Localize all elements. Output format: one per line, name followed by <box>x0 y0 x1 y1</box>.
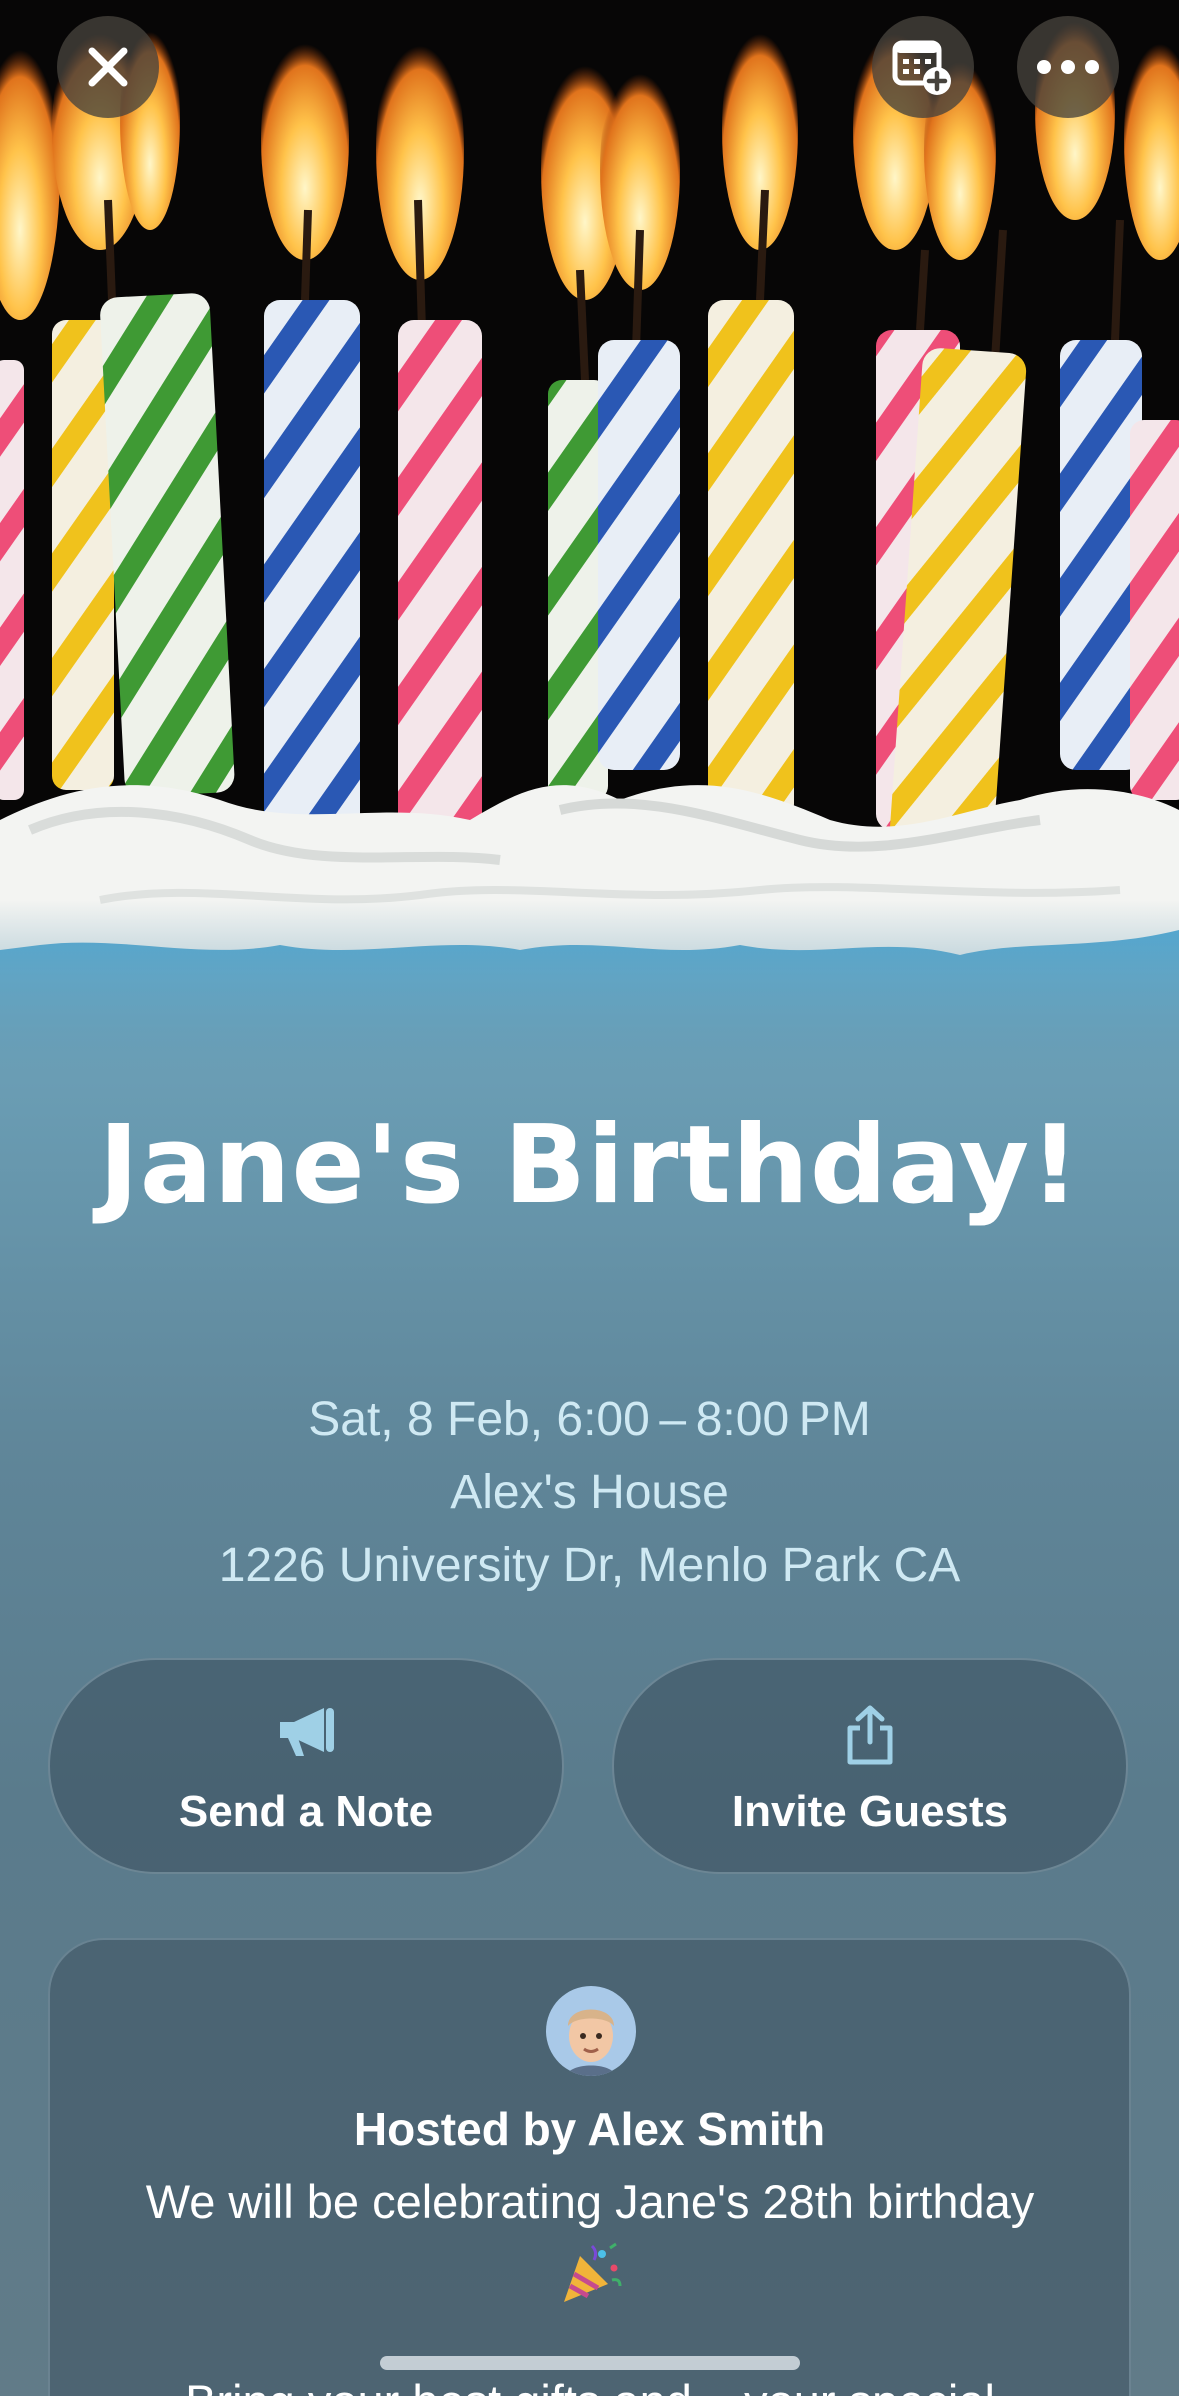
megaphone-icon <box>280 1708 334 1756</box>
event-location-name[interactable]: Alex's House <box>0 1463 1179 1523</box>
send-note-label: Send a Note <box>178 1787 434 1836</box>
more-options-button[interactable] <box>1017 16 1119 118</box>
share-icon <box>847 1705 893 1765</box>
host-message-continued: Bring your best gifts and ...your specia… <box>80 2372 1100 2396</box>
calendar-add-icon <box>892 40 951 95</box>
party-popper-icon <box>564 2242 622 2302</box>
host-card: Hosted by Alex Smith We will be celebrat… <box>48 1938 1131 2396</box>
event-invitation-screen: Jane's Birthday! Sat, 8 Feb, 6:00 – 8:00… <box>0 0 1179 2396</box>
close-button[interactable] <box>57 16 159 118</box>
event-address[interactable]: 1226 University Dr, Menlo Park CA <box>0 1536 1179 1596</box>
close-icon <box>88 47 128 87</box>
host-message: We will be celebrating Jane's 28th birth… <box>145 2175 1035 2228</box>
home-indicator[interactable] <box>380 2356 800 2370</box>
host-name: Hosted by Alex Smith <box>353 2103 826 2155</box>
more-ellipsis-icon <box>1037 60 1099 74</box>
send-note-button[interactable]: Send a Note <box>48 1658 564 1874</box>
event-date-time[interactable]: Sat, 8 Feb, 6:00 – 8:00 PM <box>0 1390 1179 1450</box>
invite-guests-label: Invite Guests <box>731 1787 1009 1836</box>
invite-guests-button[interactable]: Invite Guests <box>612 1658 1128 1874</box>
event-title: Jane's Birthday! <box>98 1103 1081 1228</box>
add-to-calendar-button[interactable] <box>872 16 974 118</box>
host-avatar <box>546 1986 636 2076</box>
